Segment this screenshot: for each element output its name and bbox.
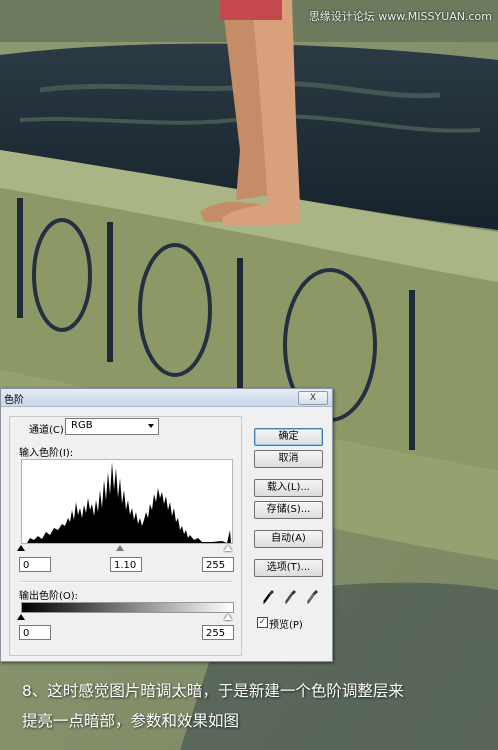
close-button[interactable]: X (298, 391, 328, 405)
levels-dialog: 色阶 X 通道(C): RGB 输入色阶(I): 0 1.10 255 输出色阶… (0, 388, 333, 662)
input-black-field[interactable]: 0 (19, 557, 51, 572)
save-button[interactable]: 存储(S)... (254, 501, 323, 519)
gray-eyedropper-icon[interactable] (285, 589, 297, 605)
black-eyedropper-icon[interactable] (263, 589, 275, 605)
black-point-handle[interactable] (17, 545, 25, 551)
preview-label: 预览(P) (269, 620, 303, 631)
output-gradient (21, 602, 234, 613)
chevron-down-icon (148, 424, 154, 428)
caption: 8、这时感觉图片暗调太暗，于是新建一个色阶调整层来 提亮一点暗部，参数和效果如图 (22, 676, 492, 736)
output-black-handle[interactable] (17, 614, 25, 620)
cancel-button[interactable]: 取消 (254, 450, 323, 468)
white-eyedropper-icon[interactable] (307, 589, 319, 605)
auto-button[interactable]: 自动(A) (254, 530, 323, 548)
channel-label: 通道(C): (29, 425, 68, 436)
preview-checkbox[interactable]: ✓ (257, 617, 268, 628)
channel-value: RGB (71, 420, 93, 431)
caption-line-1: 8、这时感觉图片暗调太暗，于是新建一个色阶调整层来 (22, 682, 404, 700)
input-gamma-field[interactable]: 1.10 (110, 557, 142, 572)
options-button[interactable]: 选项(T)... (254, 559, 323, 577)
output-levels-label: 输出色阶(O): (19, 591, 79, 602)
load-button[interactable]: 载入(L)... (254, 479, 323, 497)
separator (21, 581, 233, 583)
output-slider[interactable] (17, 614, 237, 622)
gamma-handle[interactable] (116, 545, 124, 551)
output-white-handle[interactable] (224, 614, 232, 620)
output-white-field[interactable]: 255 (202, 625, 234, 640)
white-point-handle[interactable] (224, 545, 232, 551)
watermark: 思缘设计论坛 www.MISSYUAN.com (308, 10, 492, 23)
input-levels-label: 输入色阶(I): (19, 448, 74, 459)
ok-button[interactable]: 确定 (254, 428, 323, 446)
channel-select[interactable]: RGB (65, 418, 159, 435)
input-slider[interactable] (17, 545, 237, 553)
input-white-field[interactable]: 255 (202, 557, 234, 572)
dialog-title: 色阶 (4, 395, 24, 406)
histogram (21, 459, 233, 544)
caption-line-2: 提亮一点暗部，参数和效果如图 (22, 712, 240, 730)
dialog-titlebar[interactable]: 色阶 X (1, 389, 332, 407)
histogram-graph (22, 462, 231, 543)
output-black-field[interactable]: 0 (19, 625, 51, 640)
